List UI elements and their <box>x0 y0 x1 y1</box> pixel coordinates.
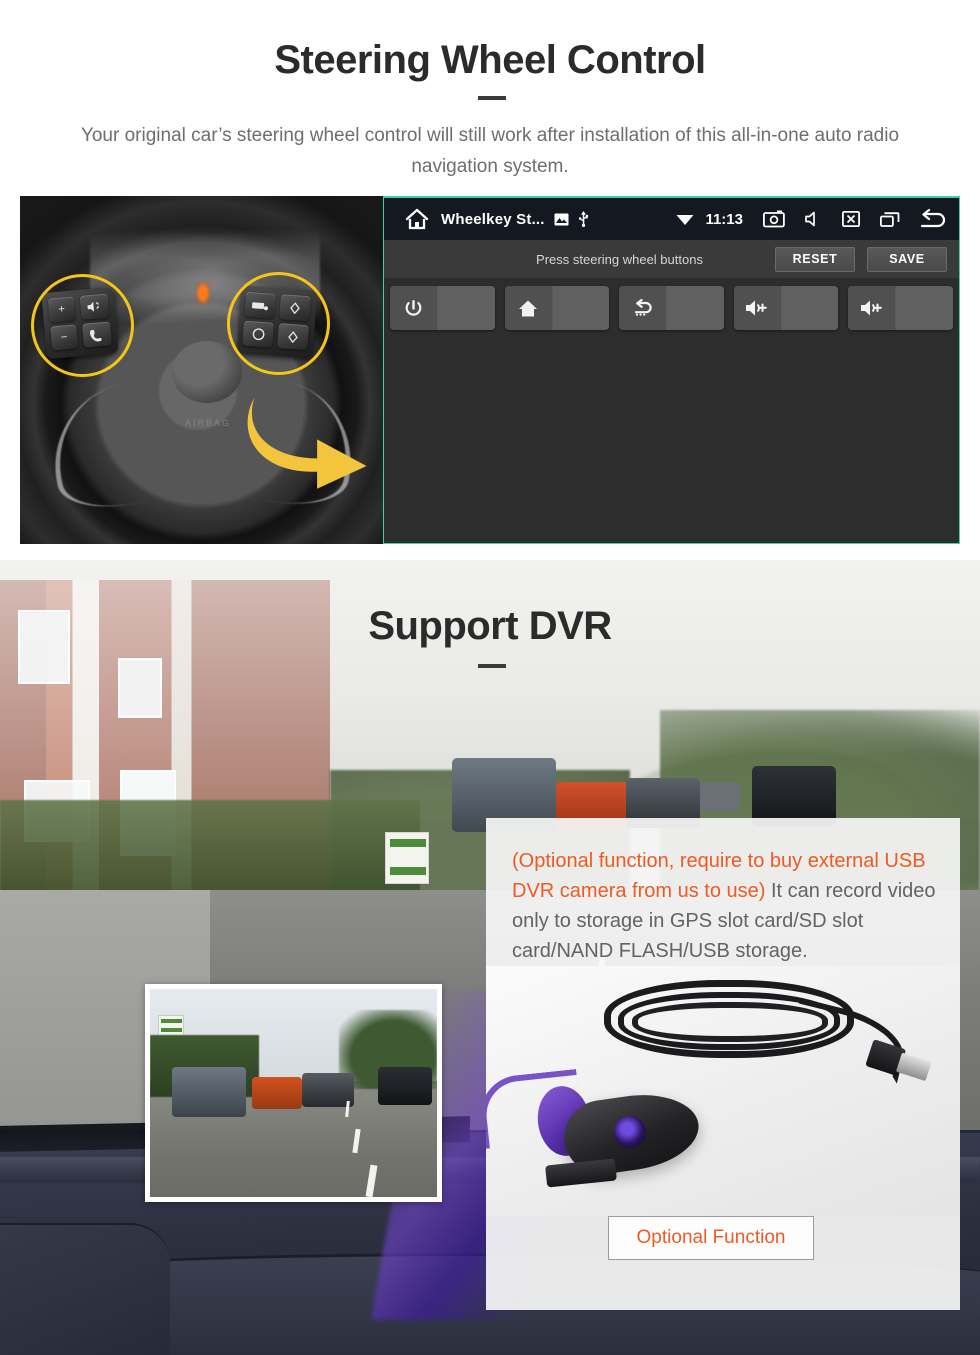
volume-mute-icon[interactable] <box>805 211 822 227</box>
instruction-text: Press steering wheel buttons <box>536 251 703 267</box>
volume-up-icon <box>733 286 782 330</box>
image-icon <box>554 213 569 226</box>
support-dvr-section: Support DVR (Optional function, require … <box>0 560 980 1355</box>
camera-lens <box>614 1116 646 1148</box>
keymap-value-volume-up-1 <box>781 286 839 330</box>
keymap-cell-power[interactable] <box>390 286 495 330</box>
house-window <box>118 658 162 718</box>
screenshot-camera-icon[interactable] <box>763 210 785 228</box>
warning-light <box>196 282 210 304</box>
android-status-bar: Wheelkey St... 11:13 <box>384 198 959 240</box>
power-icon <box>390 286 439 330</box>
recent-apps-icon[interactable] <box>880 211 900 227</box>
usb-icon <box>578 211 589 227</box>
volume-up-icon <box>848 286 897 330</box>
highlight-circle-left <box>31 274 134 377</box>
steering-wheel-control-section: Steering Wheel Control Your original car… <box>0 0 980 560</box>
wifi-icon <box>676 213 694 226</box>
wheelkey-mapping-row <box>384 286 959 330</box>
for-sale-sign <box>385 832 429 884</box>
preview-suv <box>172 1067 246 1117</box>
preview-black-car <box>378 1067 432 1105</box>
optional-function-button[interactable]: Optional Function <box>608 1216 814 1260</box>
keymap-value-home <box>552 286 610 330</box>
wheelkey-toolbar: Press steering wheel buttons RESET SAVE <box>384 240 959 278</box>
page-title: Steering Wheel Control <box>274 38 706 82</box>
keymap-value-volume-up-2 <box>896 286 953 330</box>
section-title: Support DVR <box>368 604 612 648</box>
pointer-arrow <box>235 396 383 496</box>
head-unit-screenshot: Wheelkey St... 11:13 Press steering whee… <box>383 196 960 544</box>
back-icon <box>619 286 668 330</box>
curved-arrow-icon <box>247 397 367 489</box>
keymap-cell-back[interactable] <box>619 286 724 330</box>
distant-car <box>700 782 740 812</box>
steering-wheel-hub <box>172 341 242 403</box>
dashboard-left-pod <box>0 1223 170 1355</box>
keymap-cell-volume-up-1[interactable] <box>733 286 839 330</box>
wheel-rim-highlight-left <box>37 370 203 522</box>
keymap-cell-home[interactable] <box>504 286 610 330</box>
feature-media-row: AIRBAG + − Wheelkey St... 11:13 Press st… <box>20 196 960 544</box>
info-panel: (Optional function, require to buy exter… <box>486 818 960 1310</box>
screen-off-icon[interactable] <box>842 211 860 227</box>
product-feature-page: Steering Wheel Control Your original car… <box>0 0 980 1355</box>
preview-red-car <box>252 1077 302 1109</box>
preview-for-sale-sign <box>158 1015 184 1035</box>
steering-wheel-photo: AIRBAG + − <box>20 196 383 544</box>
dvr-video-preview <box>145 984 442 1202</box>
status-right-cluster: 11:13 <box>667 209 947 229</box>
home-icon <box>504 286 553 330</box>
highlight-circle-right <box>227 272 330 375</box>
usb-metal-tip <box>895 1052 932 1082</box>
back-arrow-icon[interactable] <box>917 209 947 229</box>
app-title: Wheelkey St... <box>441 210 545 228</box>
page-subtitle: Your original car’s steering wheel contr… <box>80 125 900 177</box>
title-divider <box>478 96 506 100</box>
home-outline-icon[interactable] <box>405 208 429 230</box>
reset-button[interactable]: RESET <box>775 246 855 272</box>
keymap-cell-volume-up-2[interactable] <box>848 286 953 330</box>
parked-black-suv <box>752 766 836 826</box>
usb-dvr-camera-photo <box>486 966 960 1216</box>
info-text-block: (Optional function, require to buy exter… <box>512 846 942 966</box>
status-clock: 11:13 <box>705 210 743 228</box>
save-button[interactable]: SAVE <box>867 246 947 272</box>
section-title-divider <box>478 664 506 668</box>
keymap-value-back <box>667 286 724 330</box>
keymap-value-power <box>438 286 495 330</box>
